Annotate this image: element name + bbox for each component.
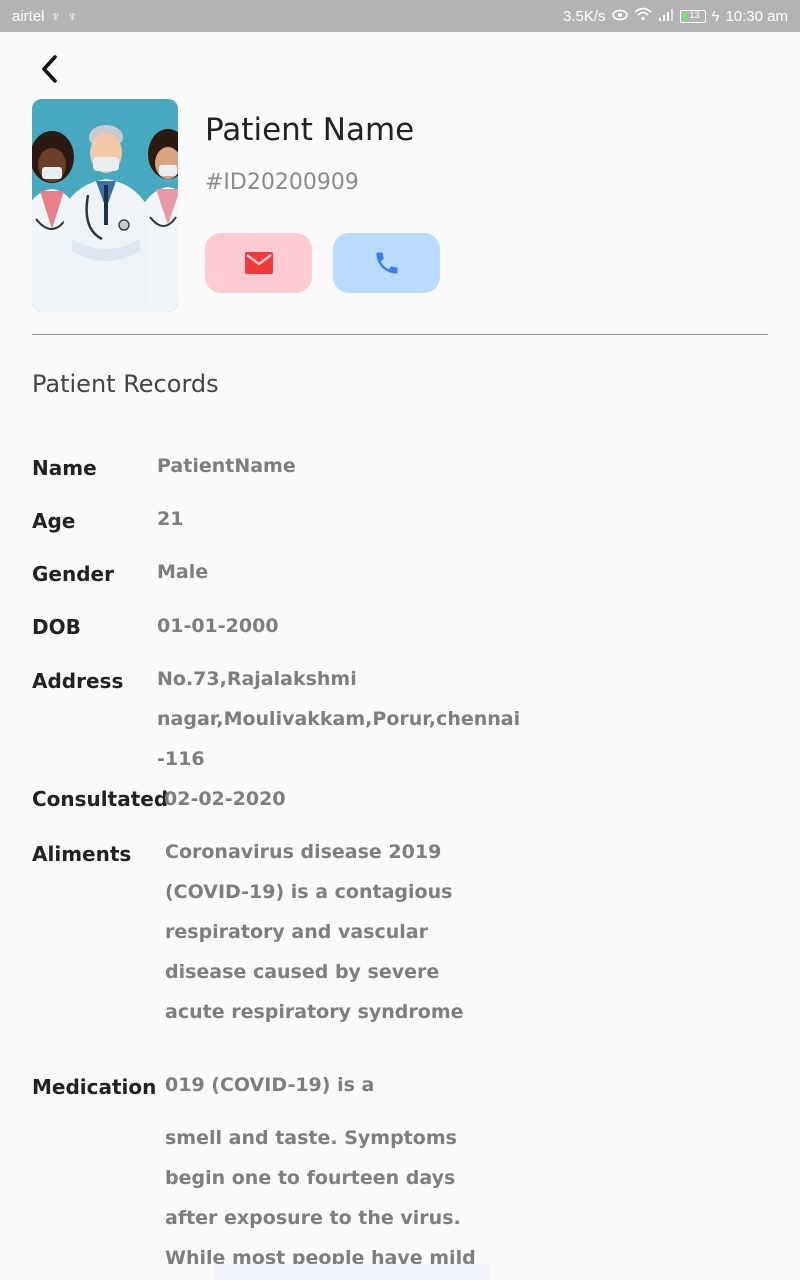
usb-icon: ♆	[67, 8, 78, 24]
clock: 10:30 am	[725, 7, 788, 25]
aliments-scroll[interactable]: Coronavirus disease 2019 (COVID-19) is a…	[165, 832, 495, 1042]
medication-scroll[interactable]: smell and taste. Symptoms begin one to f…	[165, 1118, 495, 1280]
name-value: PatientName	[157, 455, 296, 477]
email-button[interactable]	[205, 233, 312, 293]
gender-value: Male	[157, 561, 209, 583]
charging-icon: ϟ	[711, 7, 720, 25]
doctors-illustration	[32, 99, 178, 312]
carrier-label: airtel	[12, 7, 45, 25]
dob-value: 01-01-2000	[157, 615, 279, 637]
status-left: airtel ♆ ♆	[12, 8, 78, 25]
age-value: 21	[157, 508, 184, 530]
mail-icon	[244, 252, 273, 274]
chevron-left-icon	[42, 55, 57, 83]
battery-level: 13	[689, 9, 700, 20]
network-speed: 3.5K/s	[562, 7, 606, 25]
medication-line: 019 (COVID-19) is a contagious	[165, 1074, 375, 1096]
eye-icon	[611, 8, 628, 25]
avatar	[32, 99, 178, 312]
patient-name: Patient Name	[205, 112, 415, 148]
name-label: Name	[32, 456, 97, 480]
address-label: Address	[32, 669, 124, 693]
battery-icon: 13	[679, 9, 706, 23]
scroll-fade	[215, 1264, 489, 1280]
signal-icon	[658, 8, 674, 25]
divider	[32, 334, 768, 335]
aliments-label: Aliments	[32, 842, 132, 866]
phone-button[interactable]	[333, 233, 440, 293]
medication-scroll-top[interactable]: 019 (COVID-19) is a contagious	[165, 1065, 495, 1105]
back-button[interactable]	[34, 52, 66, 86]
phone-icon	[376, 252, 397, 274]
gender-label: Gender	[32, 562, 114, 586]
medication-label: Medication	[32, 1075, 157, 1099]
medication-value: smell and taste. Symptoms begin one to f…	[165, 1127, 476, 1269]
status-bar: airtel ♆ ♆ 3.5K/s 13 ϟ 10:30 am	[0, 0, 800, 32]
consulted-value: 02-02-2020	[164, 788, 286, 810]
wifi-icon	[633, 7, 652, 25]
address-value: No.73,Rajalakshmi nagar,Moulivakkam,Poru…	[157, 668, 521, 770]
dob-label: DOB	[32, 615, 81, 639]
age-label: Age	[32, 509, 76, 533]
usb-icon: ♆	[50, 8, 62, 24]
status-right: 3.5K/s 13 ϟ 10:30 am	[563, 7, 788, 25]
consulted-label: Consultated	[32, 787, 169, 811]
patient-id: #ID20200909	[205, 170, 359, 195]
aliments-value: Coronavirus disease 2019 (COVID-19) is a…	[165, 841, 464, 1042]
section-title: Patient Records	[32, 370, 219, 398]
